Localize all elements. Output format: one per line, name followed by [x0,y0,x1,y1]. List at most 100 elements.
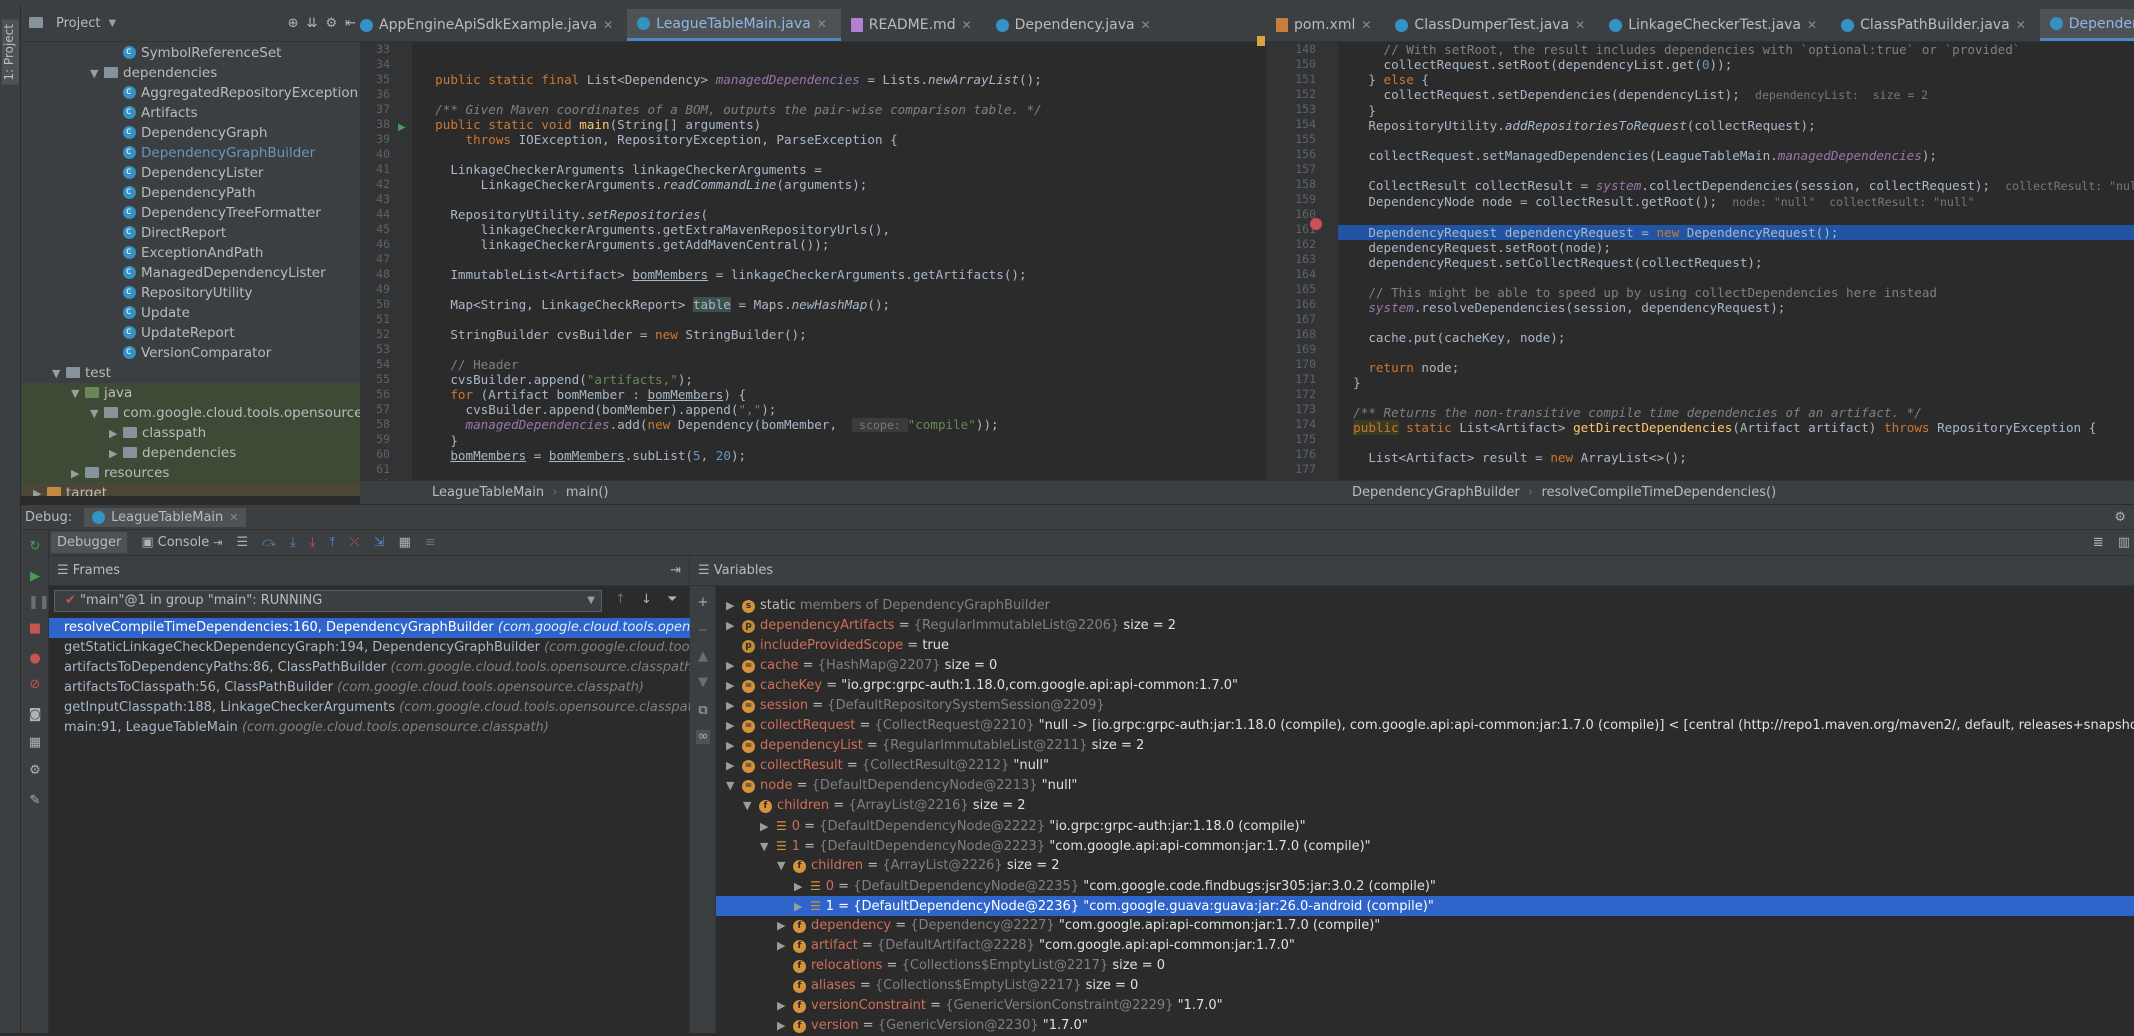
chevron-right-icon[interactable]: ▶ [777,936,793,956]
chevron-down-icon[interactable]: ▼ [777,856,793,876]
tree-item[interactable]: ManagedDependencyLister [109,262,360,283]
chevron-down-icon[interactable]: ▼ [52,364,66,384]
tree-item[interactable]: UpdateReport [109,322,360,343]
tree-item[interactable]: RepositoryUtility [109,282,360,303]
filter-icon[interactable]: ⏷ [667,592,677,607]
menu-icon[interactable]: ☰ [236,535,248,550]
tab-dependencygraphbuilder-java[interactable]: DependencyGraphBuilder.java✕ [2039,9,2134,41]
tab-classdumpertest-java[interactable]: ClassDumperTest.java ✕ [1385,9,1599,41]
chevron-right-icon[interactable]: ▶ [777,1016,793,1036]
breakpoint-icon[interactable] [1310,218,1322,230]
chevron-down-icon[interactable]: ▼ [587,591,595,611]
chevron-down-icon[interactable]: ▼ [726,776,742,796]
tree-item[interactable]: ▼ dependencies [90,63,360,83]
tree-item[interactable]: ▼ java [71,383,360,403]
tree-item[interactable]: ▼ com.google.cloud.tools.opensource [90,403,360,423]
close-icon[interactable]: ✕ [962,9,972,41]
chevron-right-icon[interactable]: ▶ [726,716,742,736]
chevron-down-icon[interactable]: ▼ [90,404,104,424]
variable-row[interactable]: ▶ f artifact = {DefaultArtifact@2228} "com… [716,936,2134,956]
variable-row[interactable]: ▶ f dependency = {Dependency@2227} "com.go… [716,916,2134,936]
variable-row[interactable]: ▶ = collectResult = {CollectResult@2212} "… [716,756,2134,776]
thread-selector[interactable]: ✔ "main"@1 in group "main": RUNNING ▼ [54,590,602,612]
console-menu-icon[interactable]: ⇥ [213,536,222,549]
breadcrumb-class[interactable]: LeagueTableMain [432,485,544,500]
variable-row[interactable]: ▶ f versionConstraint = {GenericVersionCon… [716,996,2134,1016]
variable-row[interactable]: ▶ = collectRequest = {CollectRequest@2210}… [716,716,2134,736]
chevron-right-icon[interactable]: ▶ [777,916,793,936]
close-icon[interactable]: ✕ [2016,9,2026,41]
run-to-cursor-icon[interactable]: ⇲ [374,535,385,550]
variable-row[interactable]: p includeProvidedScope = true [716,636,2134,656]
step-over-icon[interactable]: ⤼ [262,535,276,550]
variable-row[interactable]: ▶ ☰ 1 = {DefaultDependencyNode@2236} "com.… [716,896,2134,916]
tree-item[interactable]: ▶ dependencies [109,443,360,463]
variable-row[interactable]: f relocations = {Collections$EmptyList@22… [716,956,2134,976]
evaluate-icon[interactable]: ▦ [399,535,411,550]
close-icon[interactable]: ✕ [817,8,827,40]
stack-frame[interactable]: getStaticLinkageCheckDependencyGraph:194… [49,638,690,658]
chevron-right-icon[interactable]: ▶ [794,897,810,916]
variable-row[interactable]: ▼ = node = {DefaultDependencyNode@2213} "n… [716,776,2134,796]
force-step-into-icon[interactable]: ⤓ [310,535,316,550]
chevron-down-icon[interactable]: ▼ [743,796,759,816]
pause-icon[interactable]: ❚❚ [28,596,50,610]
close-icon[interactable]: ✕ [1575,9,1585,41]
variable-row[interactable]: ▶ = session = {DefaultRepositorySystemSess… [716,696,2134,716]
gear-icon[interactable]: ⚙ [28,764,42,778]
chevron-right-icon[interactable]: ▶ [726,736,742,756]
tree-item[interactable]: DependencyGraph [109,122,360,143]
right-code-view[interactable]: // With setRoot, the result includes dep… [1338,42,2134,480]
warning-marker[interactable] [1257,36,1265,46]
tree-item[interactable]: AggregatedRepositoryException [109,82,360,103]
frame-down-icon[interactable]: ↓ [641,592,652,607]
glasses-icon[interactable]: ∞ [696,730,710,744]
move-down-icon[interactable]: ▼ [696,676,710,690]
variable-row[interactable]: ▶ = dependencyList = {RegularImmutableList… [716,736,2134,756]
chevron-right-icon[interactable]: ▶ [71,464,85,484]
tree-item[interactable]: ▼ test [52,363,360,383]
chevron-right-icon[interactable]: ▶ [794,877,810,896]
collapse-icon[interactable]: ⇊ [307,16,318,31]
drop-frame-icon[interactable]: ⤫ [349,535,359,550]
tree-item[interactable]: VersionComparator [109,342,360,363]
chevron-down-icon[interactable]: ▼ [108,18,116,29]
close-icon[interactable]: ✕ [1361,9,1371,41]
close-icon[interactable]: ✕ [1807,9,1817,41]
debug-session-tab[interactable]: LeagueTableMain ✕ [84,507,247,527]
gear-icon[interactable]: ⚙ [2114,510,2126,525]
tree-item[interactable]: ▶ target [33,483,360,496]
stop-icon[interactable]: ■ [28,622,42,636]
tab-linkagecheckertest-java[interactable]: LinkageCheckerTest.java ✕ [1599,9,1831,41]
layout-icon[interactable]: ▦ [28,736,42,750]
tree-item[interactable]: Update [109,302,360,323]
stack-frame[interactable]: main:91, LeagueTableMain (com.google.clo… [49,718,690,738]
close-icon[interactable]: ✕ [1141,9,1151,41]
trace-icon[interactable]: ≡ [425,535,436,550]
tab-pom-xml[interactable]: pom.xml ✕ [1266,9,1385,41]
stack-frame[interactable]: artifactsToDependencyPaths:86, ClassPath… [49,658,690,678]
project-side-tab[interactable]: 1: Project [2,20,19,85]
variable-row[interactable]: ▶ f version = {GenericVersion@2230} "1.7.0… [716,1016,2134,1036]
rerun-icon[interactable]: ↻ [28,540,42,554]
resume-icon[interactable]: ▶ [28,570,42,584]
chevron-right-icon[interactable]: ▶ [726,656,742,676]
chevron-right-icon[interactable]: ▶ [726,756,742,776]
close-icon[interactable]: ✕ [603,9,613,41]
variable-row[interactable]: ▶ s static members of DependencyGraphBuild… [716,596,2134,616]
variable-row[interactable]: ▼ f children = {ArrayList@2216} size = 2 [716,796,2134,816]
chevron-right-icon[interactable]: ▶ [726,676,742,696]
view-breakpoints-icon[interactable]: ● [28,652,42,666]
add-watch-icon[interactable]: + [696,596,710,610]
variable-row[interactable]: f aliases = {Collections$EmptyList@2217} … [716,976,2134,996]
project-title[interactable]: Project [56,16,100,31]
chevron-down-icon[interactable]: ▼ [90,64,104,84]
tab-dependency-java[interactable]: Dependency.java ✕ [986,9,1165,41]
copy-icon[interactable]: ⧉ [696,704,710,718]
camera-icon[interactable]: ◙ [28,708,42,722]
breadcrumb-class[interactable]: DependencyGraphBuilder [1352,485,1520,500]
chevron-right-icon[interactable]: ▶ [726,696,742,716]
gear-icon[interactable]: ⚙ [325,16,337,31]
remove-watch-icon[interactable]: − [696,624,710,638]
variable-row[interactable]: ▶ = cache = {HashMap@2207} size = 0 [716,656,2134,676]
